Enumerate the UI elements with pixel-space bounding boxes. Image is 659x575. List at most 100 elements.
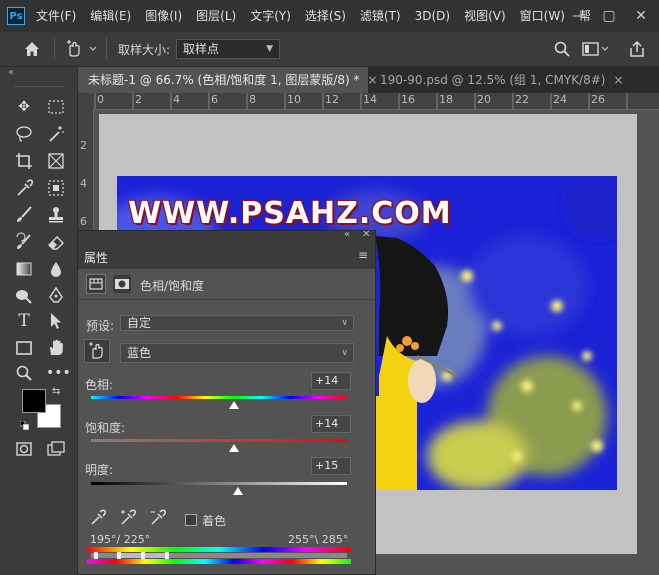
menu-layer[interactable]: 图层(L) bbox=[196, 0, 236, 32]
ruler-label: 2 bbox=[80, 139, 87, 152]
menu-window[interactable]: 窗口(W) bbox=[520, 0, 565, 32]
gradient-tool-icon[interactable] bbox=[14, 259, 34, 279]
ruler-label: 4 bbox=[173, 93, 180, 106]
lightness-label: 明度: bbox=[85, 463, 114, 477]
add-to-sample-icon[interactable] bbox=[118, 508, 138, 528]
saturation-slider-thumb[interactable] bbox=[229, 444, 240, 452]
ruler-label: 8 bbox=[249, 93, 256, 106]
ruler-label: 4 bbox=[80, 177, 87, 190]
move-tool-icon[interactable]: ✥ bbox=[14, 97, 34, 117]
saturation-slider-track[interactable] bbox=[91, 439, 347, 442]
channel-value: 蓝色 bbox=[127, 346, 152, 360]
home-icon[interactable] bbox=[22, 39, 42, 59]
close-window-button[interactable]: ✕ bbox=[626, 0, 656, 32]
colorize-checkbox[interactable] bbox=[185, 514, 197, 526]
frame-tool-icon[interactable] bbox=[46, 151, 66, 171]
hand-tool-icon[interactable] bbox=[46, 338, 66, 358]
object-selection-icon[interactable] bbox=[46, 178, 66, 198]
preset-value: 自定 bbox=[127, 316, 152, 330]
tab-untitled-1[interactable]: 未标题-1 @ 66.7% (色相/饱和度 1, 图层蒙版/8) * × bbox=[78, 67, 378, 93]
range-handle-inner-right[interactable] bbox=[141, 552, 145, 559]
path-selection-icon[interactable] bbox=[46, 311, 66, 331]
channel-select[interactable]: 蓝色 ∨ bbox=[120, 343, 354, 363]
menu-select[interactable]: 选择(S) bbox=[305, 0, 346, 32]
hue-slider-thumb[interactable] bbox=[229, 401, 240, 409]
top-ruler: 0 2 4 6 8 10 12 14 16 18 20 22 24 26 bbox=[93, 93, 659, 110]
menu-image[interactable]: 图像(I) bbox=[145, 0, 182, 32]
minimize-button[interactable]: — bbox=[564, 0, 594, 32]
type-tool-icon[interactable]: T bbox=[14, 311, 34, 331]
maximize-button[interactable]: ▢ bbox=[594, 0, 624, 32]
eyedropper-icon[interactable] bbox=[88, 508, 108, 528]
menu-file[interactable]: 文件(F) bbox=[36, 0, 76, 32]
adjustment-icon[interactable] bbox=[86, 274, 106, 294]
stamp-tool-icon[interactable] bbox=[46, 205, 66, 225]
saturation-value-field[interactable]: +14 bbox=[311, 415, 351, 433]
colorize-label: 着色 bbox=[202, 514, 227, 528]
brush-tool-icon[interactable] bbox=[14, 205, 34, 225]
swap-colors-icon[interactable]: ⇆ bbox=[52, 386, 60, 397]
chevron-down-icon: ∨ bbox=[341, 348, 348, 358]
targeted-adjustment-icon[interactable] bbox=[64, 39, 100, 59]
crop-tool-icon[interactable] bbox=[14, 151, 34, 171]
workspace-icon[interactable] bbox=[581, 40, 611, 58]
blur-tool-icon[interactable] bbox=[46, 259, 66, 279]
tab-190-90-psd[interactable]: 190-90.psd @ 12.5% (组 1, CMYK/8#) × bbox=[370, 67, 624, 93]
lasso-tool-icon[interactable] bbox=[14, 124, 34, 144]
menu-3d[interactable]: 3D(D) bbox=[415, 0, 450, 32]
rectangle-tool-icon[interactable] bbox=[14, 338, 34, 358]
close-tab-icon[interactable]: × bbox=[613, 73, 623, 87]
ruler-label: 14 bbox=[363, 93, 377, 106]
history-brush-icon[interactable] bbox=[14, 232, 34, 252]
marquee-tool-icon[interactable] bbox=[46, 97, 66, 117]
foreground-color-swatch[interactable] bbox=[22, 389, 46, 413]
collapse-panel-icon[interactable]: « bbox=[344, 229, 350, 240]
panel-menu-icon[interactable]: ≡ bbox=[358, 248, 368, 262]
ruler-label: 10 bbox=[287, 93, 301, 106]
targeted-adjustment-icon[interactable] bbox=[84, 339, 110, 363]
hue-value-field[interactable]: +14 bbox=[311, 372, 351, 390]
subtract-from-sample-icon[interactable] bbox=[148, 508, 168, 528]
menu-type[interactable]: 文字(Y) bbox=[250, 0, 291, 32]
hue-label: 色相: bbox=[85, 378, 114, 392]
panel-title[interactable]: 属性 bbox=[84, 249, 108, 266]
lightness-slider-thumb[interactable] bbox=[233, 487, 244, 495]
hue-slider-track[interactable] bbox=[91, 396, 347, 399]
close-panel-icon[interactable]: ✕ bbox=[362, 229, 370, 240]
ruler-label: 24 bbox=[553, 93, 567, 106]
range-handle-left[interactable] bbox=[94, 552, 98, 559]
quick-mask-icon[interactable] bbox=[14, 439, 34, 459]
dodge-tool-icon[interactable] bbox=[14, 286, 34, 306]
search-icon[interactable] bbox=[553, 40, 571, 58]
menu-filter[interactable]: 滤镜(T) bbox=[360, 0, 401, 32]
range-handle-right[interactable] bbox=[165, 552, 169, 559]
range-bar[interactable] bbox=[91, 553, 347, 558]
sample-size-select[interactable]: 取样点 ▼ bbox=[176, 39, 280, 59]
color-spectrum-top bbox=[87, 547, 351, 552]
eraser-tool-icon[interactable] bbox=[46, 232, 66, 252]
lightness-value-field[interactable]: +15 bbox=[311, 457, 351, 475]
eyedropper-tool-icon[interactable] bbox=[14, 178, 34, 198]
mask-icon[interactable] bbox=[112, 274, 132, 294]
preset-label: 预设: bbox=[86, 319, 115, 333]
magic-wand-icon[interactable] bbox=[46, 124, 66, 144]
collapse-panel-icon[interactable]: « bbox=[8, 67, 14, 78]
screen-mode-icon[interactable] bbox=[46, 439, 66, 459]
ruler-label: 6 bbox=[211, 93, 218, 106]
preset-select[interactable]: 自定 ∨ bbox=[120, 315, 354, 331]
menu-view[interactable]: 视图(V) bbox=[464, 0, 506, 32]
properties-panel: « ✕ 属性 ≡ 色相/饱和度 预设: 自定 ∨ 蓝色 ∨ 色相: +14 饱和… bbox=[77, 229, 376, 575]
chevron-down-icon: ∨ bbox=[341, 318, 348, 328]
share-icon[interactable] bbox=[627, 39, 647, 59]
more-tools-icon[interactable]: ••• bbox=[46, 363, 71, 383]
panel-grip[interactable]: « ✕ bbox=[78, 229, 375, 243]
ruler-label: 16 bbox=[401, 93, 415, 106]
zoom-tool-icon[interactable] bbox=[14, 363, 34, 383]
options-separator bbox=[106, 38, 107, 60]
range-handle-inner-left[interactable] bbox=[117, 552, 121, 559]
default-colors-icon[interactable] bbox=[19, 419, 29, 430]
menu-edit[interactable]: 编辑(E) bbox=[90, 0, 131, 32]
lightness-slider-track[interactable] bbox=[91, 482, 347, 485]
ruler-label: 6 bbox=[80, 215, 87, 228]
pen-tool-icon[interactable] bbox=[46, 286, 66, 306]
